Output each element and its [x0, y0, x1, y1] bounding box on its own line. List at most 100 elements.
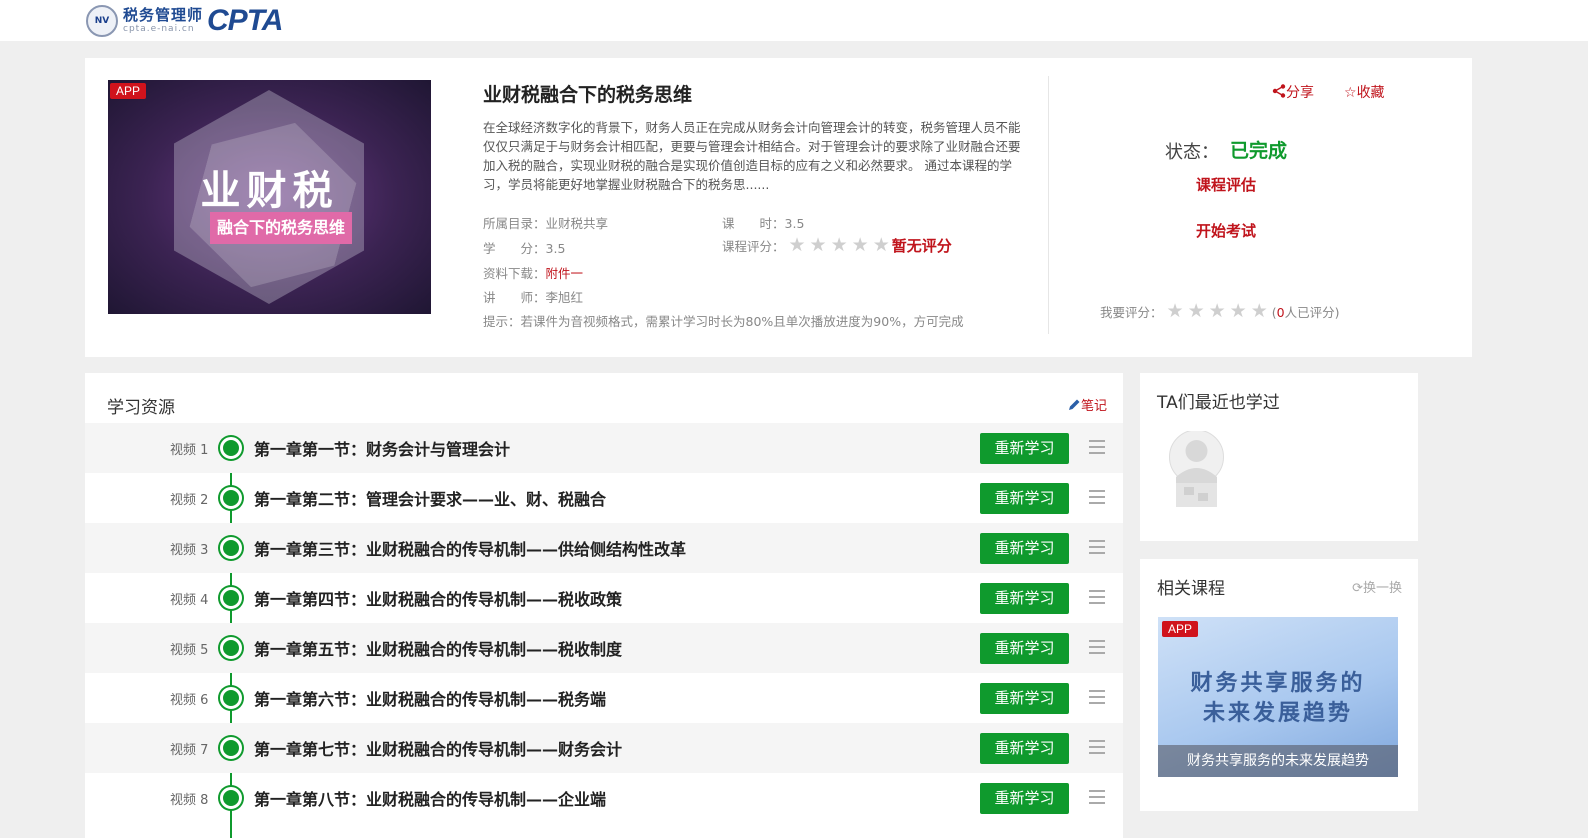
- status-value: 已完成: [1230, 140, 1288, 162]
- star-icon: ★: [872, 234, 890, 256]
- completed-dot-icon: [220, 637, 242, 659]
- course-evaluation-link[interactable]: 课程评估: [1196, 174, 1256, 195]
- top-bar: NV 税务管理师 cpta.e-nai.cn CPTA: [0, 0, 1588, 41]
- my-rating-stars[interactable]: ★ ★ ★ ★ ★: [1167, 302, 1268, 321]
- list-icon[interactable]: [1089, 488, 1105, 506]
- completed-dot-icon: [220, 537, 242, 559]
- star-icon: ★: [851, 234, 869, 256]
- video-row[interactable]: 视频 3 第一章第三节：业财税融合的传导机制——供给侧结构性改革 重新学习: [85, 523, 1123, 573]
- recent-learners-title: TA们最近也学过: [1157, 393, 1280, 413]
- video-index-label: 视频 2: [170, 493, 209, 508]
- video-title[interactable]: 第一章第二节：管理会计要求——业、财、税融合: [254, 486, 606, 510]
- video-row[interactable]: 视频 5 第一章第五节：业财税融合的传导机制——税收制度 重新学习: [85, 623, 1123, 673]
- status-label: 状态：: [1165, 142, 1219, 163]
- pencil-icon: [1068, 399, 1080, 410]
- relearn-button[interactable]: 重新学习: [980, 483, 1069, 514]
- relearn-button[interactable]: 重新学习: [980, 683, 1069, 714]
- star-icon[interactable]: ★: [1251, 302, 1268, 321]
- refresh-icon: ⟳: [1352, 581, 1363, 596]
- refresh-button[interactable]: ⟳换一换: [1352, 577, 1402, 596]
- video-row[interactable]: 视频 7 第一章第七节：业财税融合的传导机制——财务会计 重新学习: [85, 723, 1123, 773]
- relearn-button[interactable]: 重新学习: [980, 633, 1069, 664]
- share-label: 分享: [1286, 85, 1314, 101]
- course-info-card: 业财税 融合下的税务思维 APP 业财税融合下的税务思维 在全球经济数字化的背景…: [85, 58, 1472, 357]
- course-title: 业财税融合下的税务思维: [483, 84, 693, 106]
- list-icon[interactable]: [1089, 538, 1105, 556]
- list-icon[interactable]: [1089, 588, 1105, 606]
- favorite-button[interactable]: ☆收藏: [1344, 82, 1385, 102]
- relearn-button[interactable]: 重新学习: [980, 583, 1069, 614]
- app-badge: APP: [110, 83, 147, 99]
- attachment-link[interactable]: 附件一: [546, 266, 584, 281]
- catalog-value: 业财税共享: [545, 216, 609, 231]
- star-icon[interactable]: ★: [1188, 302, 1205, 321]
- video-title[interactable]: 第一章第五节：业财税融合的传导机制——税收制度: [254, 636, 622, 660]
- video-row[interactable]: 视频 6 第一章第六节：业财税融合的传导机制——税务端 重新学习: [85, 673, 1123, 723]
- video-row[interactable]: 视频 1 第一章第一节：财务会计与管理会计 重新学习: [85, 423, 1123, 473]
- completed-dot-icon: [220, 487, 242, 509]
- list-icon[interactable]: [1089, 688, 1105, 706]
- video-row[interactable]: 视频 8 第一章第八节：业财税融合的传导机制——企业端 重新学习: [85, 773, 1123, 823]
- relearn-button[interactable]: 重新学习: [980, 433, 1069, 464]
- relearn-button[interactable]: 重新学习: [980, 783, 1069, 814]
- app-badge: APP: [1162, 621, 1199, 637]
- credits-label: 学 分：: [483, 241, 546, 256]
- share-button[interactable]: 分享: [1272, 82, 1314, 102]
- list-icon[interactable]: [1089, 438, 1105, 456]
- video-title[interactable]: 第一章第四节：业财税融合的传导机制——税收政策: [254, 586, 622, 610]
- star-icon: ★: [809, 234, 827, 256]
- course-description: 在全球经济数字化的背景下，财务人员正在完成从财务会计向管理会计的转变，税务管理人…: [483, 120, 1021, 192]
- video-index-label: 视频 1: [170, 443, 209, 458]
- course-rating-meta: 课程评分： ★ ★ ★ ★ ★ 暂无评分: [722, 235, 952, 256]
- related-courses-panel: 相关课程 ⟳换一换 APP 财务共享服务的 未来发展趋势 财务共享服务的未来发展…: [1140, 559, 1418, 811]
- video-index-label: 视频 6: [170, 693, 209, 708]
- video-index-label: 视频 3: [170, 543, 209, 558]
- star-icon[interactable]: ★: [1209, 302, 1226, 321]
- rating-count-suffix: 人已评分): [1284, 305, 1340, 320]
- video-title[interactable]: 第一章第三节：业财税融合的传导机制——供给侧结构性改革: [254, 536, 686, 560]
- site-logo[interactable]: NV 税务管理师 cpta.e-nai.cn CPTA: [86, 3, 283, 39]
- star-icon[interactable]: ★: [1230, 302, 1247, 321]
- notes-label: 笔记: [1080, 399, 1107, 414]
- list-icon[interactable]: [1089, 638, 1105, 656]
- logo-chinese-name: 税务管理师: [123, 6, 204, 24]
- start-exam-link[interactable]: 开始考试: [1196, 220, 1256, 241]
- video-title[interactable]: 第一章第八节：业财税融合的传导机制——企业端: [254, 786, 606, 810]
- video-index-label: 视频 5: [170, 643, 209, 658]
- rating-count-number: 0: [1276, 305, 1285, 320]
- favorite-label: 收藏: [1356, 85, 1385, 101]
- catalog-meta: 所属目录：业财税共享: [483, 213, 608, 232]
- video-row[interactable]: 视频 2 第一章第二节：管理会计要求——业、财、税融合 重新学习: [85, 473, 1123, 523]
- hours-label: 课 时：: [722, 216, 785, 231]
- completed-dot-icon: [220, 437, 242, 459]
- course-cover-image: 业财税 融合下的税务思维 APP: [108, 80, 431, 314]
- list-icon[interactable]: [1089, 788, 1105, 806]
- rating-count: (0人已评分): [1272, 302, 1340, 321]
- related-course-caption: 财务共享服务的未来发展趋势: [1158, 745, 1398, 777]
- relearn-button[interactable]: 重新学习: [980, 733, 1069, 764]
- related-course-card[interactable]: APP 财务共享服务的 未来发展趋势 财务共享服务的未来发展趋势: [1158, 617, 1398, 777]
- refresh-label: 换一换: [1362, 581, 1402, 596]
- avatar-placeholder-icon[interactable]: [1168, 431, 1225, 507]
- completed-dot-icon: [220, 737, 242, 759]
- completed-dot-icon: [220, 787, 242, 809]
- video-title[interactable]: 第一章第六节：业财税融合的传导机制——税务端: [254, 686, 606, 710]
- download-meta: 资料下载：附件一: [483, 263, 583, 282]
- star-icon[interactable]: ★: [1167, 302, 1184, 321]
- completed-dot-icon: [220, 687, 242, 709]
- video-title[interactable]: 第一章第一节：财务会计与管理会计: [254, 436, 510, 460]
- notes-button[interactable]: 笔记: [1068, 395, 1107, 414]
- relearn-button[interactable]: 重新学习: [980, 533, 1069, 564]
- credits-meta: 学 分：3.5: [483, 238, 565, 257]
- video-title[interactable]: 第一章第七节：业财税融合的传导机制——财务会计: [254, 736, 622, 760]
- logo-emblem-icon: NV: [86, 5, 118, 37]
- related-cover-line-2: 未来发展趋势: [1202, 701, 1353, 726]
- resources-title: 学习资源: [107, 398, 175, 418]
- logo-brand: CPTA: [207, 4, 283, 37]
- list-icon[interactable]: [1089, 738, 1105, 756]
- catalog-label: 所属目录：: [483, 216, 546, 231]
- share-icon: [1272, 84, 1286, 98]
- cover-subtitle: 融合下的税务思维: [210, 212, 352, 244]
- recent-learners-panel: TA们最近也学过: [1140, 373, 1418, 541]
- video-row[interactable]: 视频 4 第一章第四节：业财税融合的传导机制——税收政策 重新学习: [85, 573, 1123, 623]
